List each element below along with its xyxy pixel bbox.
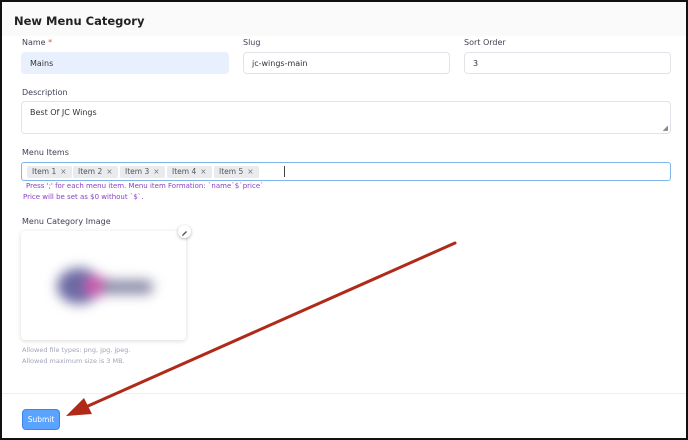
sort-order-field[interactable]: 3	[464, 52, 671, 74]
resize-handle-icon[interactable]: ◢	[663, 124, 668, 132]
menu-item-tag: Item 5 ×	[214, 166, 259, 178]
blurred-logo-image	[57, 268, 153, 304]
allowed-file-types: Allowed file types: png, jpg, jpeg.	[22, 346, 131, 354]
text-caret	[284, 166, 285, 177]
close-icon[interactable]: ×	[60, 167, 66, 176]
submit-button[interactable]: Submit	[22, 409, 60, 430]
menu-item-tag: Item 4 ×	[167, 166, 212, 178]
close-icon[interactable]: ×	[200, 167, 206, 176]
menu-items-label: Menu Items	[22, 148, 69, 157]
close-icon[interactable]: ×	[106, 167, 112, 176]
page-title: New Menu Category	[14, 14, 145, 28]
name-label: Name *	[22, 38, 52, 47]
slug-field-value: jc-wings-main	[252, 59, 308, 68]
menu-item-tag: Item 2 ×	[73, 166, 118, 178]
close-icon[interactable]: ×	[153, 167, 159, 176]
image-preview	[21, 231, 186, 340]
menu-items-hint-1: Press ';' for each menu item. Menu item …	[26, 182, 264, 190]
sort-order-label: Sort Order	[464, 38, 506, 47]
menu-items-hint-2: Price will be set as $0 without `$`.	[23, 193, 144, 201]
footer-divider	[2, 393, 686, 394]
sort-order-field-value: 3	[473, 59, 479, 68]
menu-item-tag: Item 1 ×	[27, 166, 72, 178]
required-marker: *	[48, 38, 53, 47]
slug-label: Slug	[243, 38, 261, 47]
menu-item-tag-label: Item 2	[78, 167, 103, 176]
description-value: Best Of JC Wings	[30, 108, 97, 117]
modal-header: New Menu Category	[2, 2, 686, 36]
menu-item-tag-label: Item 1	[32, 167, 57, 176]
menu-items-tag-input[interactable]: Item 1 × Item 2 × Item 3 × Item 4 × Item 5 ×	[21, 162, 671, 181]
name-field[interactable]: Mains	[21, 52, 229, 74]
menu-item-tag-label: Item 5	[219, 167, 244, 176]
name-label-text: Name	[22, 38, 46, 47]
menu-item-tag-label: Item 3	[125, 167, 150, 176]
description-textarea[interactable]: Best Of JC Wings ◢	[21, 101, 671, 134]
menu-item-tag-label: Item 4	[172, 167, 197, 176]
pencil-icon	[182, 231, 187, 236]
name-field-value: Mains	[30, 59, 54, 68]
max-file-size: Allowed maximum size is 3 MB.	[22, 357, 125, 365]
slug-field[interactable]: jc-wings-main	[243, 52, 450, 74]
description-label: Description	[22, 88, 68, 97]
image-label: Menu Category Image	[22, 217, 111, 226]
close-icon[interactable]: ×	[247, 167, 253, 176]
menu-item-tag: Item 3 ×	[120, 166, 165, 178]
edit-image-button[interactable]	[178, 225, 191, 238]
